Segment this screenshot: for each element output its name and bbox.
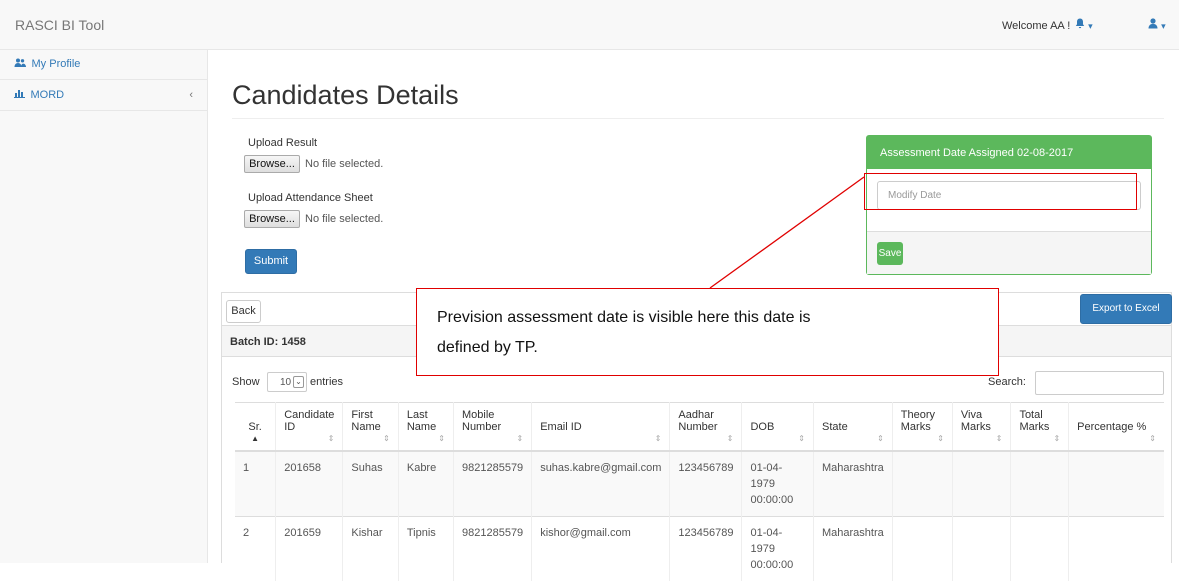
sort-icon: ⇕ bbox=[901, 433, 944, 445]
table-cell: Tipnis bbox=[398, 517, 453, 581]
bar-chart-icon bbox=[14, 90, 28, 100]
sort-icon: ⇕ bbox=[1077, 433, 1156, 445]
annotation-callout: Prevision assessment date is visible her… bbox=[416, 288, 999, 376]
table-cell: 123456789 bbox=[670, 451, 742, 517]
annotation-highlight-box bbox=[864, 173, 1137, 210]
table-cell bbox=[952, 451, 1011, 517]
search-label: Search: bbox=[988, 376, 1026, 388]
column-header[interactable]: Total Marks⇕ bbox=[1011, 403, 1069, 452]
page-title: Candidates Details bbox=[232, 80, 459, 111]
table-cell: 9821285579 bbox=[454, 517, 532, 581]
sort-icon: ⇕ bbox=[407, 433, 445, 445]
upload-attendance-browse-button[interactable]: Browse... bbox=[244, 210, 300, 228]
welcome-text: Welcome AA ! bbox=[1002, 20, 1070, 32]
search-input[interactable] bbox=[1035, 371, 1164, 395]
column-header[interactable]: First Name⇕ bbox=[343, 403, 398, 452]
table-cell bbox=[1011, 517, 1069, 581]
table-cell: 9821285579 bbox=[454, 451, 532, 517]
table-header-row: Sr.▲ Candidate ID⇕ First Name⇕ Last Name… bbox=[235, 403, 1164, 452]
brand-title[interactable]: RASCI BI Tool bbox=[15, 17, 104, 33]
sidebar: My Profile MORD ‹ bbox=[0, 50, 208, 563]
sort-icon: ⇕ bbox=[961, 433, 1003, 445]
table-cell: kishor@gmail.com bbox=[532, 517, 670, 581]
save-button[interactable]: Save bbox=[877, 242, 903, 265]
column-header[interactable]: Candidate ID⇕ bbox=[276, 403, 343, 452]
sidebar-item-mord[interactable]: MORD ‹ bbox=[0, 81, 207, 111]
column-header[interactable]: DOB⇕ bbox=[742, 403, 814, 452]
bell-icon bbox=[1075, 18, 1085, 29]
user-menu[interactable]: ▾ bbox=[1148, 18, 1166, 32]
column-header[interactable]: Mobile Number⇕ bbox=[454, 403, 532, 452]
table-cell bbox=[952, 517, 1011, 581]
assessment-date-heading: Assessment Date Assigned 02-08-2017 bbox=[867, 136, 1151, 169]
show-label: Show bbox=[232, 376, 260, 388]
chevron-down-icon: ▾ bbox=[1161, 21, 1166, 31]
sort-asc-icon: ▲ bbox=[243, 433, 267, 445]
table-cell: 2 bbox=[235, 517, 276, 581]
table-cell: Kabre bbox=[398, 451, 453, 517]
panel-footer: Save bbox=[867, 231, 1151, 274]
annotation-line-1: Prevision assessment date is visible her… bbox=[437, 303, 978, 333]
sort-icon: ⇕ bbox=[678, 433, 733, 445]
table-cell: 1 bbox=[235, 451, 276, 517]
upload-attendance-file-status: No file selected. bbox=[305, 213, 383, 225]
submit-button[interactable]: Submit bbox=[245, 249, 297, 274]
table-cell: Maharashtra bbox=[814, 451, 893, 517]
table-cell: 01-04-1979 00:00:00 bbox=[742, 517, 814, 581]
table-cell: 201659 bbox=[276, 517, 343, 581]
table-cell: 01-04-1979 00:00:00 bbox=[742, 451, 814, 517]
table-cell: Maharashtra bbox=[814, 517, 893, 581]
back-button[interactable]: Back bbox=[226, 300, 261, 323]
table-cell: 123456789 bbox=[670, 517, 742, 581]
column-header[interactable]: Viva Marks⇕ bbox=[952, 403, 1011, 452]
column-header[interactable]: State⇕ bbox=[814, 403, 893, 452]
column-header[interactable]: Sr.▲ bbox=[235, 403, 276, 452]
title-divider bbox=[232, 118, 1164, 119]
top-navbar: RASCI BI Tool Welcome AA ! ▾ ▾ bbox=[0, 0, 1179, 50]
table-row: 2 201659 Kishar Tipnis 9821285579 kishor… bbox=[235, 517, 1164, 581]
sort-icon: ⇕ bbox=[750, 433, 805, 445]
table-row: 1 201658 Suhas Kabre 9821285579 suhas.ka… bbox=[235, 451, 1164, 517]
table-cell bbox=[892, 451, 952, 517]
upload-result-file-status: No file selected. bbox=[305, 158, 383, 170]
user-icon bbox=[1148, 18, 1158, 29]
users-icon bbox=[14, 59, 29, 69]
chevron-down-icon: ▾ bbox=[1088, 21, 1093, 31]
sort-icon: ⇕ bbox=[540, 433, 661, 445]
sidebar-item-my-profile[interactable]: My Profile bbox=[0, 50, 207, 80]
sidebar-item-label: My Profile bbox=[32, 58, 81, 70]
column-header[interactable]: Aadhar Number⇕ bbox=[670, 403, 742, 452]
entries-value: 10 bbox=[280, 377, 291, 388]
table-cell bbox=[1011, 451, 1069, 517]
column-header[interactable]: Email ID⇕ bbox=[532, 403, 670, 452]
upload-result-browse-button[interactable]: Browse... bbox=[244, 155, 300, 173]
table-cell: suhas.kabre@gmail.com bbox=[532, 451, 670, 517]
upload-result-label: Upload Result bbox=[248, 137, 317, 149]
table-cell bbox=[892, 517, 952, 581]
column-header[interactable]: Percentage %⇕ bbox=[1069, 403, 1164, 452]
sidebar-item-label: MORD bbox=[31, 89, 65, 101]
column-header[interactable]: Theory Marks⇕ bbox=[892, 403, 952, 452]
sort-icon: ⇕ bbox=[462, 433, 523, 445]
table-cell bbox=[1069, 517, 1164, 581]
column-header[interactable]: Last Name⇕ bbox=[398, 403, 453, 452]
table-cell: 201658 bbox=[276, 451, 343, 517]
table-cell: Kishar bbox=[343, 517, 398, 581]
chevron-down-icon: ⌄ bbox=[293, 376, 304, 388]
upload-attendance-label: Upload Attendance Sheet bbox=[248, 192, 373, 204]
annotation-line-2: defined by TP. bbox=[437, 333, 978, 363]
sort-icon: ⇕ bbox=[1019, 433, 1060, 445]
candidates-table: Sr.▲ Candidate ID⇕ First Name⇕ Last Name… bbox=[235, 402, 1164, 581]
sort-icon: ⇕ bbox=[351, 433, 389, 445]
chevron-left-icon[interactable]: ‹ bbox=[189, 89, 193, 101]
sort-icon: ⇕ bbox=[822, 433, 884, 445]
table-cell: Suhas bbox=[343, 451, 398, 517]
table-cell bbox=[1069, 451, 1164, 517]
entries-select[interactable]: 10 ⌄ bbox=[267, 372, 307, 392]
export-excel-button[interactable]: Export to Excel bbox=[1080, 294, 1172, 324]
bell-menu[interactable]: ▾ bbox=[1075, 18, 1093, 32]
sort-icon: ⇕ bbox=[284, 433, 334, 445]
entries-label: entries bbox=[310, 376, 343, 388]
